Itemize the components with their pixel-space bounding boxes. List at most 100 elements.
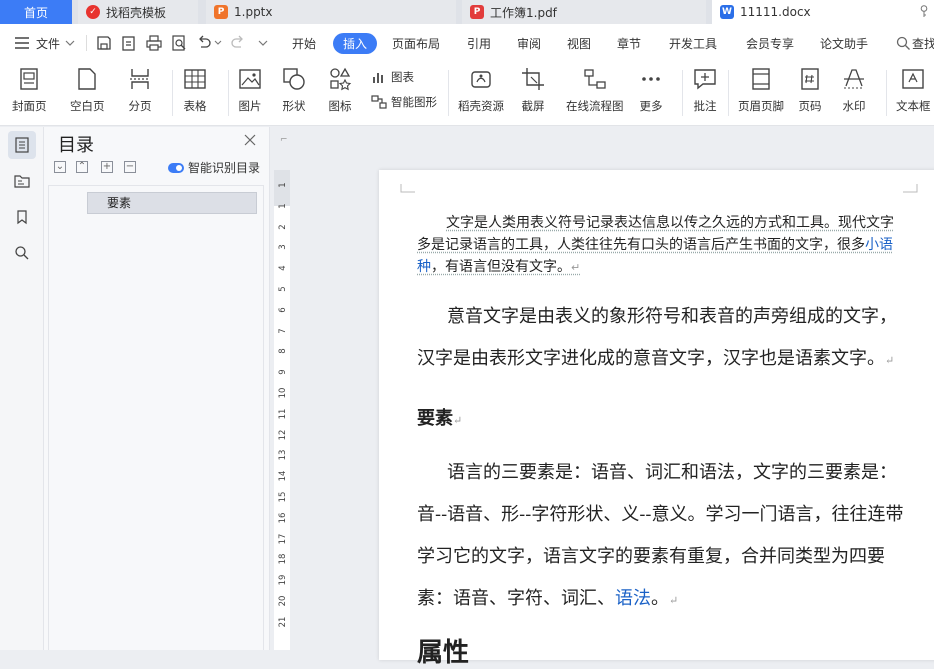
cover-page-button[interactable]: 封面页 — [12, 66, 47, 114]
heading-shuxing[interactable]: 属性 — [417, 632, 905, 669]
vertical-ruler: 1 1 2 3 4 5 6 7 8 9 10 11 12 13 14 15 16 17 18 19 20 21 — [274, 170, 290, 650]
paragraph-2[interactable]: 意音文字是由表义的象形符号和表音的声旁组成的文字，汉字是由表形文字进化成的意音文… — [417, 296, 905, 382]
icon-button[interactable]: 图标 — [327, 66, 353, 114]
ruler-number: 11 — [278, 408, 288, 420]
word-icon: W — [720, 5, 734, 19]
toc-panel-button[interactable] — [8, 131, 36, 159]
document-workspace: ⌐ 1 1 2 3 4 5 6 7 8 9 10 11 12 13 14 15 16 17 18 19 20 21 文字是… — [270, 127, 934, 668]
screenshot-button[interactable]: 截屏 — [520, 66, 546, 114]
link-text[interactable]: 语法 — [615, 588, 651, 609]
tab-label: 首页 — [23, 5, 48, 20]
ruler-number: 7 — [278, 327, 288, 334]
menu-file[interactable]: 文件 — [36, 35, 60, 52]
table-icon — [184, 69, 206, 89]
search-icon[interactable] — [896, 36, 911, 51]
navigation-button[interactable] — [8, 167, 36, 195]
export-pdf-icon[interactable] — [120, 34, 138, 52]
customize-toolbar-icon[interactable] — [257, 38, 269, 48]
lock-icon[interactable] — [920, 5, 928, 18]
page-number-icon — [801, 68, 819, 90]
hamburger-icon[interactable] — [14, 36, 30, 50]
add-level-icon[interactable]: + — [101, 161, 113, 173]
undo-icon[interactable] — [195, 34, 213, 52]
ruler-number: 6 — [278, 307, 288, 313]
chart-icon — [373, 73, 383, 83]
folder-nav-icon — [14, 175, 30, 188]
chevron-down-icon[interactable] — [64, 38, 76, 48]
ruler-number: 19 — [278, 574, 288, 586]
page-number-button[interactable]: 页码 — [797, 66, 823, 114]
find-button[interactable] — [8, 239, 36, 267]
toc-item[interactable]: 要素 — [87, 192, 257, 214]
paragraph-3[interactable]: 语言的三要素是：语音、词汇和语法，文字的三要素是：音--语音、形--字符形状、义… — [417, 452, 905, 622]
shape-icon — [283, 68, 305, 90]
print-icon[interactable] — [145, 34, 163, 52]
divider — [86, 35, 87, 51]
shape-button[interactable]: 形状 — [281, 66, 307, 114]
menu-thesis[interactable]: 论文助手 — [820, 35, 868, 52]
chart-button[interactable]: 图表 — [371, 69, 414, 85]
menu-view[interactable]: 视图 — [567, 35, 591, 52]
menu-section[interactable]: 章节 — [617, 35, 641, 52]
save-icon[interactable] — [95, 34, 113, 52]
menu-start[interactable]: 开始 — [292, 35, 316, 52]
tab-pdf[interactable]: P 工作簿1.pdf — [462, 0, 706, 24]
screenshot-icon — [522, 68, 544, 90]
docer-resources-button[interactable]: 稻壳资源 — [458, 66, 504, 114]
search-label[interactable]: 查找 — [912, 35, 934, 52]
heading-yaosu[interactable]: 要素↵ — [417, 404, 905, 430]
watermark-icon — [844, 69, 864, 89]
menu-review[interactable]: 审阅 — [517, 35, 541, 52]
online-flowchart-button[interactable]: 在线流程图 — [566, 66, 624, 114]
divider — [228, 70, 229, 116]
menu-references[interactable]: 引用 — [467, 35, 491, 52]
ribbon-insert: 封面页 空白页 分页 表格 图片 形状 图标 图表 智能图形 稻壳资源 截屏 在… — [0, 62, 934, 126]
menu-insert[interactable]: 插入 — [333, 33, 378, 54]
divider — [728, 70, 729, 116]
bookmark-button[interactable] — [8, 203, 36, 231]
collapse-all-icon[interactable]: ⌄ — [54, 161, 66, 173]
header-footer-button[interactable]: 页眉页脚 — [738, 66, 784, 114]
docer-resources-icon — [471, 71, 491, 88]
more-icon — [642, 77, 660, 81]
search-icon — [15, 246, 29, 260]
divider — [172, 70, 173, 116]
undo-dropdown-icon[interactable] — [213, 38, 223, 48]
more-button[interactable]: 更多 — [638, 66, 664, 114]
print-preview-icon[interactable] — [170, 34, 188, 52]
paragraph-1[interactable]: 文字是人类用表义符号记录表达信息以传之久远的方式和工具。现代文字多是记录语言的工… — [417, 212, 905, 279]
ruler-number: 2 — [278, 223, 288, 230]
document-page[interactable]: 文字是人类用表义符号记录表达信息以传之久远的方式和工具。现代文字多是记录语言的工… — [379, 170, 934, 668]
redo-icon[interactable] — [229, 34, 247, 52]
textbox-button[interactable]: 文本框 — [896, 66, 931, 114]
menu-bar: 文件 开始 插入 页面布局 引用 审阅 视图 章节 开发工具 会员专享 论文助手… — [0, 24, 934, 62]
menu-developer[interactable]: 开发工具 — [669, 35, 717, 52]
table-button[interactable]: 表格 — [182, 66, 208, 114]
blank-page-icon — [78, 68, 96, 90]
tab-pptx[interactable]: P 1.pptx — [206, 0, 456, 24]
remove-level-icon[interactable]: − — [124, 161, 136, 173]
smartart-icon — [371, 95, 387, 109]
menu-member[interactable]: 会员专享 — [746, 35, 794, 52]
ruler-number: 10 — [278, 387, 288, 399]
tab-home[interactable]: 首页 — [0, 0, 72, 24]
expand-up-icon[interactable]: ⌃ — [76, 161, 88, 173]
tab-template[interactable]: ✓ 找稻壳模板 — [78, 0, 198, 24]
pdf-icon: P — [470, 5, 484, 19]
divider — [886, 70, 887, 116]
smart-toc-button[interactable]: 智能识别目录 — [168, 159, 260, 176]
ruler-number: 14 — [278, 470, 288, 482]
divider — [448, 70, 449, 116]
comment-button[interactable]: 批注 — [692, 66, 718, 114]
ruler-number: 1 — [278, 203, 288, 209]
paragraph-mark: ↵ — [669, 594, 679, 607]
smartart-button[interactable]: 智能图形 — [371, 94, 437, 110]
page-break-button[interactable]: 分页 — [127, 66, 153, 114]
close-icon[interactable] — [244, 134, 256, 146]
paragraph-mark: ↵ — [453, 414, 463, 427]
tab-docx[interactable]: W 11111.docx — [712, 0, 934, 24]
menu-page-layout[interactable]: 页面布局 — [392, 35, 440, 52]
watermark-button[interactable]: 水印 — [841, 66, 867, 114]
blank-page-button[interactable]: 空白页 — [70, 66, 105, 114]
picture-button[interactable]: 图片 — [237, 66, 263, 114]
